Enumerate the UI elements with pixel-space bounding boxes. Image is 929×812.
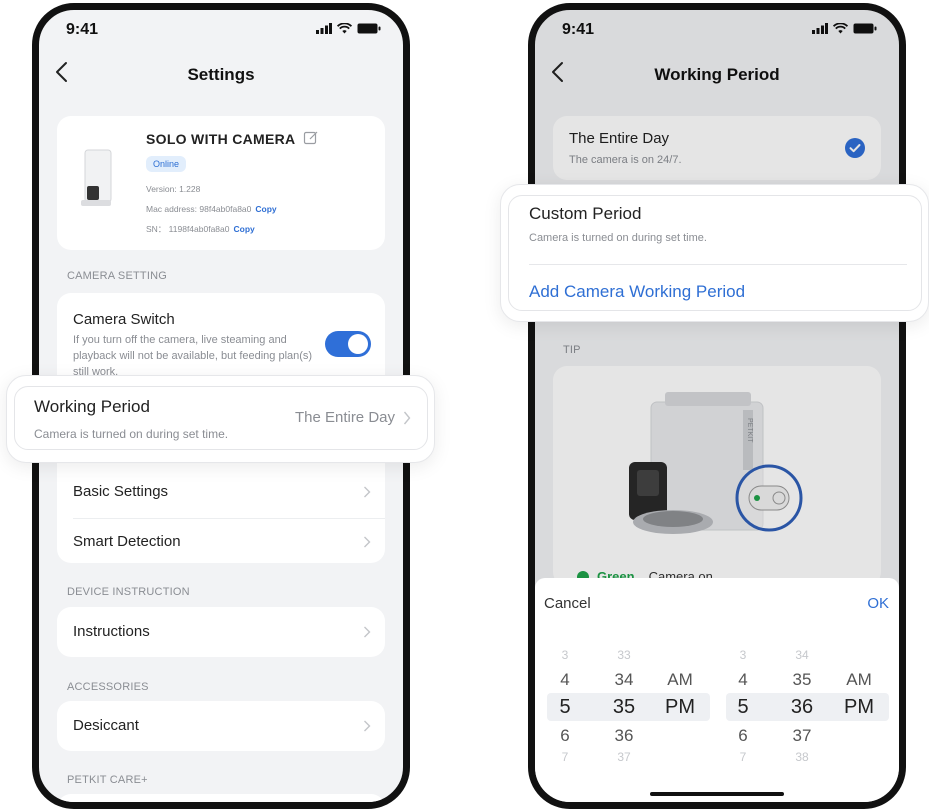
start-hour-option[interactable]: 3 [545,648,585,662]
working-period-row[interactable]: Working Period Camera is turned on durin… [14,386,428,450]
desiccant-row[interactable]: Desiccant [73,717,139,734]
add-working-period-button[interactable]: Add Camera Working Period [529,282,745,302]
custom-divider [529,264,907,265]
battery-icon [357,23,381,34]
desiccant-card[interactable]: Desiccant [57,701,385,751]
custom-period-title: Custom Period [529,204,642,223]
section-camera-setting: CAMERA SETTING [67,270,167,282]
status-bar: 9:41 [39,10,403,50]
working-period-desc: Camera is turned on during set time. [34,427,229,441]
end-hour-option[interactable]: 6 [723,726,763,746]
petkit-care-card[interactable] [57,794,385,802]
end-hour-option[interactable]: 4 [723,670,763,690]
device-mac-row: Mac address: 98f4ab0fa8a0 Copy [146,204,277,214]
start-minute-option[interactable]: 33 [604,648,644,662]
start-ampm-option[interactable]: AM [660,670,700,690]
working-period-value: The Entire Day [294,409,395,426]
chevron-right-icon [364,720,371,732]
start-minute-option[interactable]: 34 [604,670,644,690]
working-period-phone: 9:41 Working Period The Entire Day The c… [528,3,906,809]
start-hour-option[interactable]: 4 [545,670,585,690]
end-ampm-option[interactable]: AM [839,670,879,690]
screenshot-stage: 9:41 Settings SOLO WITH CAMERA Online Ve… [0,0,929,812]
camera-switch-toggle[interactable] [325,331,371,357]
chevron-right-icon [364,486,371,498]
device-sn-row: SN： 1198f4ab0fa8a0 Copy [146,223,255,235]
picker-cancel-button[interactable]: Cancel [544,595,591,612]
chevron-right-icon [364,536,371,548]
status-icons [316,23,381,34]
end-hour-option[interactable]: 3 [723,648,763,662]
device-sn: SN： 1198f4ab0fa8a0 [146,224,230,234]
copy-sn-button[interactable]: Copy [234,224,255,234]
custom-period-highlight[interactable]: Custom Period Camera is turned on during… [500,184,929,322]
signal-icon [316,23,332,34]
time-picker-sheet: Cancel OK 3 4 5 6 7 33 34 35 36 37 AM PM… [535,578,899,802]
smart-detection-row[interactable]: Smart Detection [73,533,181,550]
status-badge: Online [146,156,187,172]
working-period-title: Working Period [34,397,150,416]
copy-mac-button[interactable]: Copy [255,204,276,214]
end-hour-selected[interactable]: 5 [723,696,763,719]
end-minute-option[interactable]: 34 [782,648,822,662]
end-minute-selected[interactable]: 36 [782,696,822,719]
edit-icon[interactable] [303,130,319,146]
chevron-right-icon [364,626,371,638]
end-ampm-selected[interactable]: PM [839,696,879,719]
end-minute-option[interactable]: 38 [782,750,822,764]
toggle-knob [348,334,368,354]
status-time: 9:41 [66,21,99,38]
custom-period-desc: Camera is turned on during set time. [529,232,707,244]
device-version: Version: 1.228 [146,184,201,194]
wifi-icon [337,23,352,34]
row-divider [73,518,385,519]
end-minute-option[interactable]: 35 [782,670,822,690]
start-hour-option[interactable]: 7 [545,750,585,764]
picker-ok-button[interactable]: OK [867,595,889,612]
end-minute-option[interactable]: 37 [782,726,822,746]
start-hour-selected[interactable]: 5 [545,696,585,719]
start-minute-selected[interactable]: 35 [604,696,644,719]
basic-settings-row[interactable]: Basic Settings [73,483,168,500]
custom-period-card[interactable]: Custom Period Camera is turned on during… [508,195,922,311]
camera-switch-title: Camera Switch [73,311,175,328]
end-hour-option[interactable]: 7 [723,750,763,764]
instructions-row[interactable]: Instructions [73,623,150,640]
section-device-instruction: DEVICE INSTRUCTION [67,586,190,598]
section-petkit-care: PETKIT CARE+ [67,774,148,786]
device-card[interactable]: SOLO WITH CAMERA Online Version: 1.228 M… [57,116,385,250]
start-ampm-selected[interactable]: PM [660,696,700,719]
start-minute-option[interactable]: 37 [604,750,644,764]
nav-bar: Settings [39,52,403,96]
working-period-highlight[interactable]: Working Period Camera is turned on durin… [6,375,435,463]
chevron-right-icon [403,411,411,425]
start-minute-option[interactable]: 36 [604,726,644,746]
feeder-device-image [81,149,112,206]
page-title: Settings [187,65,255,84]
section-accessories: ACCESSORIES [67,681,149,693]
instructions-card[interactable]: Instructions [57,607,385,657]
device-mac: Mac address: 98f4ab0fa8a0 [146,204,252,214]
camera-switch-desc: If you turn off the camera, live steamin… [73,334,313,378]
start-hour-option[interactable]: 6 [545,726,585,746]
device-name: SOLO WITH CAMERA [146,131,296,147]
home-indicator [650,792,784,796]
